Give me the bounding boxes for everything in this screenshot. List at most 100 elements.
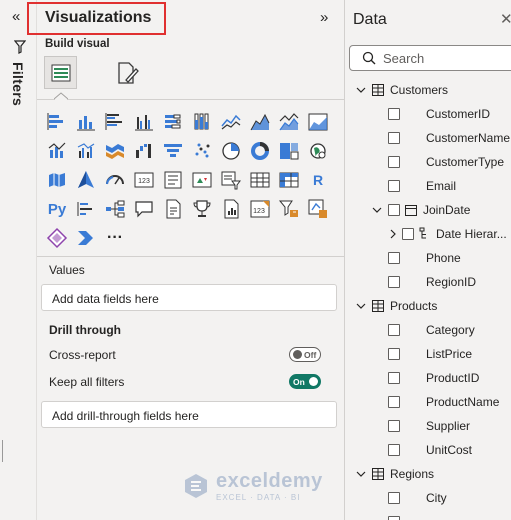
line-chart-icon[interactable] <box>219 110 243 134</box>
data-title: Data <box>353 11 387 28</box>
keep-all-filters-toggle[interactable]: On <box>289 374 321 389</box>
waterfall-chart-icon[interactable] <box>132 139 156 163</box>
100-stacked-column-chart-icon[interactable] <box>190 110 214 134</box>
qa-icon[interactable] <box>132 197 156 221</box>
field-checkbox[interactable] <box>388 108 400 120</box>
build-visual-tab[interactable] <box>44 56 77 89</box>
field-row[interactable] <box>388 512 400 520</box>
field-row[interactable]: CustomerID <box>388 104 490 124</box>
field-checkbox[interactable] <box>388 396 400 408</box>
more-visuals-icon[interactable]: ··· <box>103 226 127 250</box>
field-checkbox[interactable] <box>388 276 400 288</box>
field-row[interactable]: Email <box>388 176 456 196</box>
chevron-down-icon <box>356 471 366 477</box>
smart-narrative-icon[interactable] <box>161 197 185 221</box>
field-checkbox[interactable] <box>388 492 400 504</box>
field-label: CustomerID <box>426 107 491 121</box>
card-icon[interactable]: 123 <box>132 168 156 192</box>
field-checkbox[interactable] <box>388 372 400 384</box>
map-icon[interactable] <box>306 139 330 163</box>
keep-all-filters-label: Keep all filters <box>49 375 125 389</box>
power-automate-filter-icon[interactable] <box>277 197 301 221</box>
field-row[interactable]: UnitCost <box>388 440 472 460</box>
treemap-icon[interactable] <box>277 139 301 163</box>
field-checkbox[interactable] <box>388 252 400 264</box>
hierarchy-field-row[interactable]: JoinDate <box>372 200 470 220</box>
python-visual-icon[interactable]: Py <box>45 197 69 221</box>
field-row[interactable]: Phone <box>388 248 461 268</box>
cross-report-label: Cross-report <box>49 348 116 362</box>
stacked-bar-chart-icon[interactable] <box>45 110 69 134</box>
paginated-report-icon[interactable] <box>219 197 243 221</box>
cross-report-toggle[interactable]: Off <box>289 347 321 362</box>
field-checkbox[interactable] <box>388 204 400 216</box>
field-checkbox[interactable] <box>388 444 400 456</box>
stacked-column-chart-icon[interactable] <box>74 110 98 134</box>
r-script-visual-icon[interactable]: R <box>306 168 330 192</box>
field-label: ProductID <box>426 371 480 385</box>
azure-map-icon[interactable] <box>74 168 98 192</box>
field-checkbox[interactable] <box>388 156 400 168</box>
field-checkbox[interactable] <box>388 180 400 192</box>
filters-label[interactable]: Filters <box>10 62 26 106</box>
field-checkbox[interactable] <box>388 132 400 144</box>
field-checkbox[interactable] <box>388 516 400 520</box>
values-well[interactable]: Add data fields here <box>41 284 337 311</box>
toggle-knob <box>293 350 302 359</box>
table-icon[interactable] <box>248 168 272 192</box>
expand-right-icon[interactable]: » <box>320 9 328 26</box>
scatter-chart-icon[interactable] <box>190 139 214 163</box>
area-chart-icon[interactable] <box>248 110 272 134</box>
power-apps-card-icon[interactable]: 123 <box>248 197 272 221</box>
watermark: exceldemy EXCEL · DATA · BI <box>182 470 323 502</box>
clustered-bar-chart-icon[interactable] <box>103 110 127 134</box>
ribbon-chart-icon[interactable] <box>103 139 127 163</box>
format-visual-tab[interactable] <box>112 58 142 88</box>
field-row[interactable]: Supplier <box>388 416 470 436</box>
hierarchy-child-row[interactable]: Date Hierar... <box>388 224 507 244</box>
field-row[interactable]: RegionID <box>388 272 476 292</box>
stacked-area-chart-icon[interactable] <box>277 110 301 134</box>
key-influencers-icon[interactable] <box>74 197 98 221</box>
field-row[interactable]: City <box>388 488 447 508</box>
table-row-products[interactable]: Products <box>356 296 437 316</box>
multi-row-card-icon[interactable] <box>161 168 185 192</box>
power-automate-chevron-icon[interactable] <box>74 226 98 250</box>
line-and-stacked-column-chart-icon[interactable] <box>45 139 69 163</box>
table-row-customers[interactable]: Customers <box>356 80 448 100</box>
line-and-clustered-column-chart-icon[interactable] <box>74 139 98 163</box>
field-row[interactable]: ListPrice <box>388 344 472 364</box>
slicer-icon[interactable] <box>219 168 243 192</box>
field-row[interactable]: CustomerType <box>388 152 504 172</box>
matrix-icon[interactable] <box>277 168 301 192</box>
funnel-chart-icon[interactable] <box>161 139 185 163</box>
arcgis-map-icon[interactable] <box>306 197 330 221</box>
field-row[interactable]: Category <box>388 320 475 340</box>
collapse-left-icon[interactable]: « <box>12 8 28 26</box>
field-checkbox[interactable] <box>388 324 400 336</box>
donut-chart-icon[interactable] <box>248 139 272 163</box>
drill-through-well[interactable]: Add drill-through fields here <box>41 401 337 428</box>
clustered-column-chart-icon[interactable] <box>132 110 156 134</box>
gauge-icon[interactable] <box>103 168 127 192</box>
field-row[interactable]: ProductID <box>388 368 479 388</box>
field-checkbox[interactable] <box>388 348 400 360</box>
goals-trophy-icon[interactable] <box>190 197 214 221</box>
pie-chart-icon[interactable] <box>219 139 243 163</box>
field-checkbox[interactable] <box>402 228 414 240</box>
decomposition-tree-icon[interactable] <box>103 197 127 221</box>
filters-pane-collapsed[interactable]: « Filters <box>0 0 37 520</box>
table-name: Customers <box>390 83 449 97</box>
visualizations-pane <box>37 0 345 520</box>
kpi-icon[interactable] <box>190 168 214 192</box>
field-checkbox[interactable] <box>388 420 400 432</box>
filled-map-icon[interactable] <box>45 168 69 192</box>
table-row-regions[interactable]: Regions <box>356 464 434 484</box>
100-stacked-area-chart-icon[interactable] <box>306 110 330 134</box>
close-icon[interactable]: ✕ <box>500 10 511 28</box>
search-input[interactable]: Search <box>349 45 511 71</box>
100-stacked-bar-chart-icon[interactable] <box>161 110 185 134</box>
field-row[interactable]: CustomerName <box>388 128 510 148</box>
field-row[interactable]: ProductName <box>388 392 499 412</box>
power-apps-diamond-icon[interactable] <box>45 226 69 250</box>
